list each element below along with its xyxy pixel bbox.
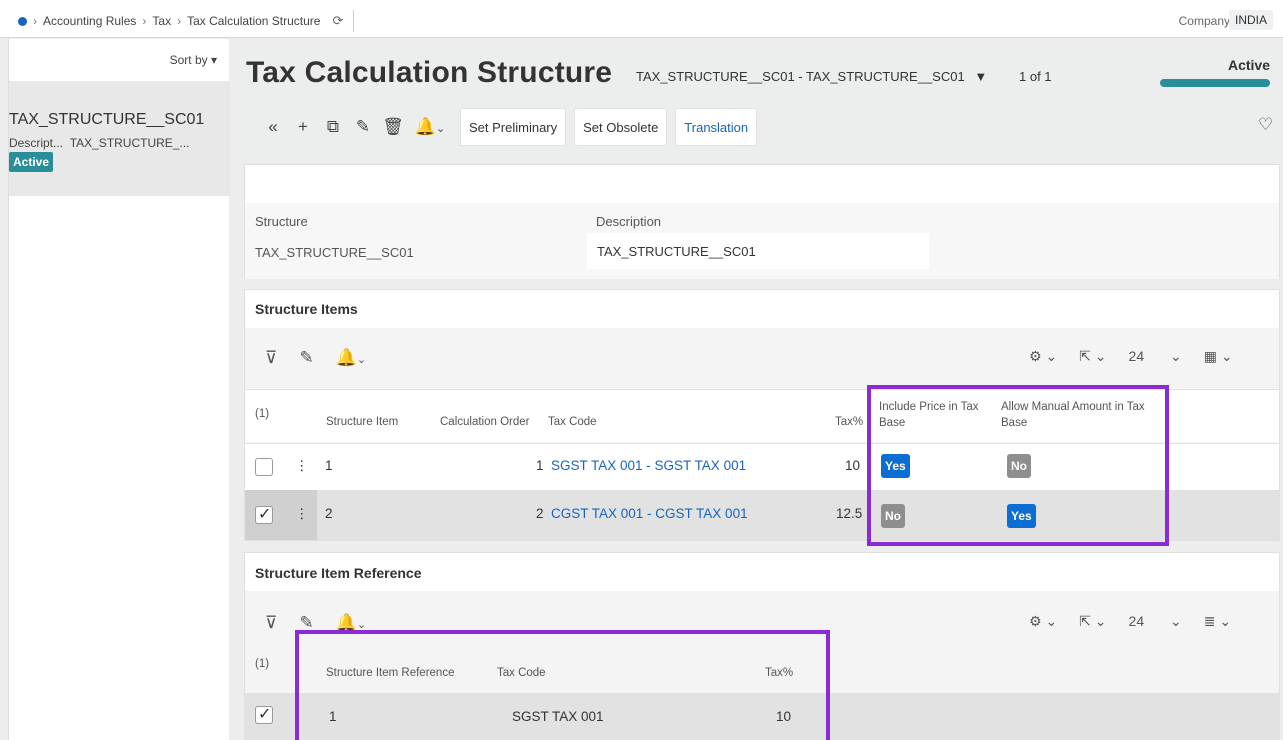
cell-tax-code-link[interactable]: SGST TAX 001 - SGST TAX 001 [551, 458, 746, 473]
cell-calc-order: 1 [536, 458, 544, 473]
cell-tax-pct: 12.5 [836, 506, 863, 521]
page-size-select[interactable]: 24 ⌄ [1129, 348, 1182, 365]
chevron-right-icon: › [33, 14, 37, 28]
set-preliminary-button[interactable]: Set Preliminary [460, 108, 567, 146]
export-icon[interactable]: ⇱ ⌄ [1079, 348, 1106, 365]
duplicate-icon[interactable]: ⧉ [318, 117, 348, 137]
filter-icon[interactable]: ⊽ [265, 613, 277, 633]
row-checkbox[interactable] [255, 458, 273, 476]
record-count: 1 of 1 [1019, 69, 1052, 84]
table-view-icon[interactable]: ▦ ⌄ [1204, 348, 1233, 365]
record-desc-label: Descript... [9, 136, 64, 150]
grid-toolbar-right: ⚙ ⌄ ⇱ ⌄ 24 ⌄ ≣ ⌄ [1029, 613, 1253, 630]
selected-count: (1) [255, 408, 270, 420]
col-header-calc-order[interactable]: Calculation Order [440, 416, 529, 428]
chevron-right-icon: › [177, 14, 182, 28]
company-label: Company [1178, 14, 1230, 28]
row-checkbox-checked[interactable] [255, 704, 273, 724]
record-list-item-desc: Descript... TAX_STRUCTURE_... [9, 136, 189, 150]
record-desc-value: TAX_STRUCTURE_... [69, 136, 190, 150]
add-icon[interactable]: + [288, 117, 318, 137]
row-menu-icon[interactable]: ⋮ [295, 458, 309, 474]
cell-calc-order: 2 [536, 506, 544, 521]
record-status-badge-wrap: Active [9, 152, 54, 172]
sort-by-button[interactable]: Sort by ▾ [170, 53, 217, 67]
record-selector[interactable]: TAX_STRUCTURE__SC01 - TAX_STRUCTURE__SC0… [636, 69, 987, 84]
detail-card: Structure TAX_STRUCTURE__SC01 Descriptio… [244, 164, 1280, 279]
row-checkbox-checked[interactable] [255, 504, 273, 524]
cell-structure-item: 2 [325, 506, 333, 521]
sort-by-label: Sort by [169, 53, 208, 67]
top-bar: › Accounting Rules › Tax › Tax Calculati… [0, 0, 1283, 38]
highlight-box-tax-base-columns [867, 385, 1169, 546]
status-badge: Active [9, 152, 54, 172]
highlight-box-reference-table [295, 630, 830, 740]
record-list-item[interactable]: TAX_STRUCTURE__SC01 Descript... TAX_STRU… [9, 81, 230, 196]
edit-icon[interactable]: ✎ [299, 348, 313, 368]
refresh-icon[interactable]: ⟳ [332, 13, 343, 29]
caret-down-icon: ▾ [210, 53, 217, 67]
breadcrumb-item-tax[interactable]: Tax [152, 14, 171, 28]
page-size-select[interactable]: 24 ⌄ [1129, 613, 1182, 630]
filter-icon[interactable]: ⊽ [265, 348, 277, 368]
breadcrumb-item-accounting-rules[interactable]: Accounting Rules [43, 14, 136, 28]
settings-gear-icon[interactable]: ⚙ ⌄ [1029, 348, 1057, 365]
caret-down-icon: ▼ [974, 69, 988, 84]
description-label: Description [596, 214, 662, 229]
delete-icon[interactable]: 🗑 [378, 117, 408, 137]
home-dot-icon[interactable] [18, 16, 27, 26]
list-view-icon[interactable]: ≣ ⌄ [1204, 613, 1231, 630]
notification-bell-icon[interactable]: 🔔⌄ [408, 117, 452, 137]
record-list-item-title: TAX_STRUCTURE__SC01 [9, 111, 205, 128]
description-field[interactable]: TAX_STRUCTURE__SC01 [587, 233, 929, 269]
edit-icon[interactable]: ✎ [348, 117, 378, 137]
col-header-tax-code[interactable]: Tax Code [548, 416, 597, 428]
grid-toolbar: ⊽ ✎ 🔔⌄ [265, 348, 410, 368]
chevron-right-icon: › [142, 14, 147, 28]
set-obsolete-button[interactable]: Set Obsolete [574, 108, 668, 146]
breadcrumb-item-current: Tax Calculation Structure [187, 14, 321, 28]
favorite-heart-icon[interactable]: ♡ [1258, 115, 1273, 135]
structure-label: Structure [255, 214, 308, 229]
page-size-value: 24 [1128, 613, 1145, 629]
status-progress-bar [1160, 79, 1270, 87]
item-reference-title: Structure Item Reference [255, 565, 422, 581]
breadcrumb: › Accounting Rules › Tax › Tax Calculati… [18, 10, 355, 32]
row-menu-icon[interactable]: ⋮ [295, 506, 309, 522]
page-toolbar: « + ⧉ ✎ 🗑 🔔⌄ Set Preliminary Set Obsolet… [258, 108, 758, 146]
status-label: Active [1227, 57, 1270, 73]
col-header-tax-pct[interactable]: Tax% [835, 416, 863, 428]
translation-button[interactable]: Translation [675, 108, 758, 146]
company-selector[interactable]: INDIA [1228, 10, 1273, 30]
description-value: TAX_STRUCTURE__SC01 [597, 244, 756, 259]
cell-tax-pct: 10 [845, 458, 861, 473]
record-list-panel: Sort by ▾ TAX_STRUCTURE__SC01 Descript..… [8, 39, 230, 740]
selected-count: (1) [255, 658, 270, 670]
export-icon[interactable]: ⇱ ⌄ [1079, 613, 1106, 630]
collapse-icon[interactable]: « [258, 117, 288, 137]
structure-value: TAX_STRUCTURE__SC01 [255, 245, 414, 260]
cell-tax-code-link[interactable]: CGST TAX 001 - CGST TAX 001 [551, 506, 748, 521]
grid-toolbar-right: ⚙ ⌄ ⇱ ⌄ 24 ⌄ ▦ ⌄ [1029, 348, 1255, 365]
page-title: Tax Calculation Structure [246, 56, 613, 89]
col-header-structure-item[interactable]: Structure Item [326, 416, 398, 428]
settings-gear-icon[interactable]: ⚙ ⌄ [1029, 613, 1057, 630]
cell-structure-item: 1 [325, 458, 333, 473]
notification-bell-icon[interactable]: 🔔⌄ [336, 348, 388, 368]
page-size-value: 24 [1128, 348, 1145, 364]
record-selector-value: TAX_STRUCTURE__SC01 - TAX_STRUCTURE__SC0… [636, 69, 965, 84]
structure-items-title: Structure Items [255, 301, 358, 317]
